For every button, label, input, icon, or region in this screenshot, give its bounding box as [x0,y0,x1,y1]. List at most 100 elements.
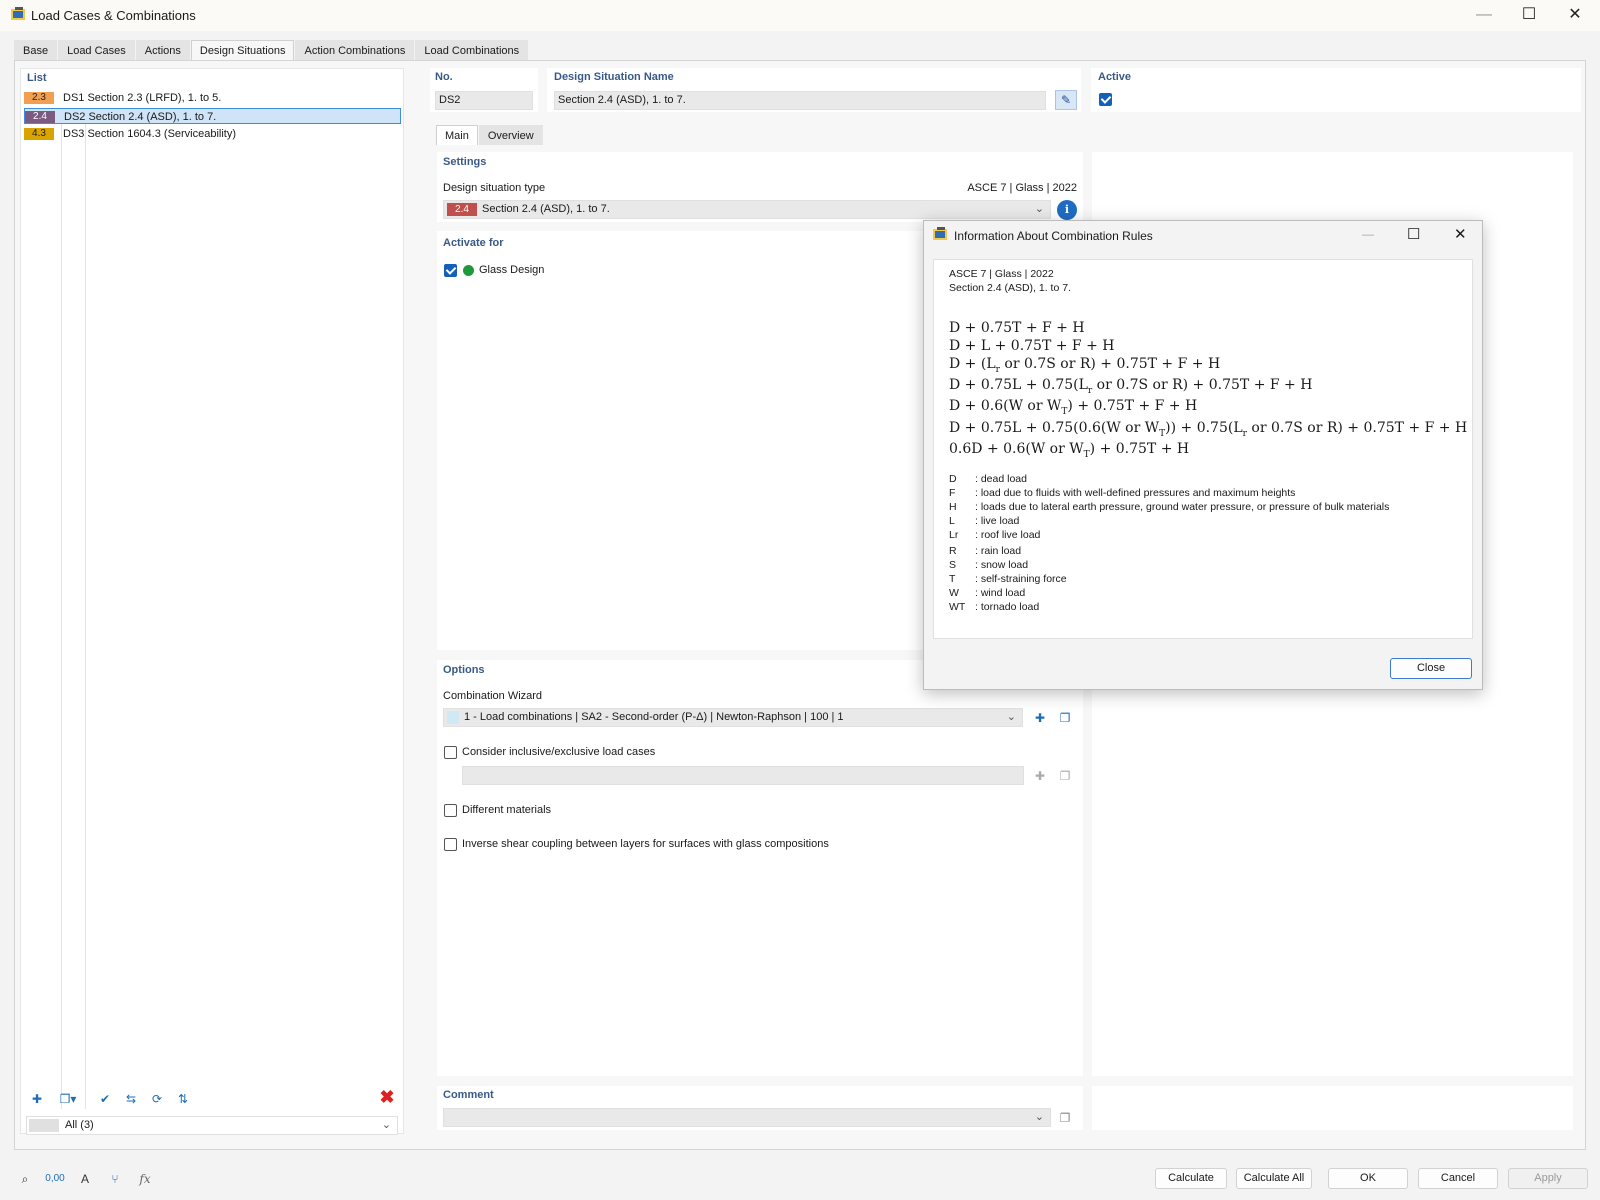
shear-checkbox[interactable] [444,838,457,851]
list-panel: List [20,68,404,1134]
options-title: Options [443,664,485,676]
dialog-close-icon[interactable]: ✕ [1454,225,1467,243]
legend-row: L: live load [949,515,1020,527]
inclusive-checkbox[interactable] [444,746,457,759]
materials-label: Different materials [462,804,552,816]
chevron-down-icon: ⌄ [1034,203,1044,215]
active-panel: Active [1091,68,1581,112]
legend-row: F: load due to fluids with well-defined … [949,487,1296,499]
tab-base[interactable]: Base [14,40,58,60]
name-panel: Design Situation Name Section 2.4 (ASD),… [547,68,1081,112]
legend-row: S: snow load [949,559,1029,571]
minimize-icon[interactable]: — [1474,5,1494,25]
tab-design-situations[interactable]: Design Situations [190,40,295,60]
chevron-down-icon: ⌄ [381,1119,391,1131]
list-item-ds2[interactable]: 2.4 DS2 Section 2.4 (ASD), 1. to 7. [24,108,401,124]
list-item-label: DS3 Section 1604.3 (Serviceability) [63,128,237,140]
ok-button[interactable]: OK [1328,1168,1408,1189]
active-label: Active [1098,71,1132,83]
formula-5: D + 0.6(W or WT) + 0.75T + F + H [949,398,1198,417]
check-all-icon[interactable]: ✔ [94,1088,116,1108]
subtabs: Main Overview [436,125,544,145]
comment-copy-icon[interactable]: ❐ [1054,1107,1076,1127]
sort-icon[interactable]: ⇅ [172,1088,194,1108]
legend-row: T: self-straining force [949,573,1067,585]
new-wizard-icon[interactable]: ✚ [1029,707,1051,727]
tab-load-combinations[interactable]: Load Combinations [415,40,529,60]
dialog-maximize-icon[interactable]: ☐ [1407,225,1420,243]
edit-name-icon[interactable]: ✎ [1055,90,1077,110]
font-icon[interactable]: A [74,1168,96,1188]
maximize-icon[interactable]: ☐ [1519,5,1539,25]
dialog-title: Information About Combination Rules [954,229,1153,243]
list-item-ds3[interactable]: 4.3 DS3 Section 1604.3 (Serviceability) [24,126,401,142]
bottom-toolbar: ⌕ 0,00 A ⑂ fx [14,1168,156,1188]
chevron-down-icon: ⌄ [1006,711,1016,723]
wizard-label: Combination Wizard [443,690,543,702]
legend-row: W: wind load [949,587,1026,599]
glass-design-checkbox[interactable] [444,264,457,277]
design-type-badge: 2.4 [447,203,477,216]
inclusive-select [462,766,1024,785]
toggle-check-icon[interactable]: ⇆ [120,1088,142,1108]
copy-item-icon[interactable]: ❐▾ [52,1088,84,1108]
calculate-all-button[interactable]: Calculate All [1236,1168,1312,1189]
formula-6: D + 0.75L + 0.75(0.6(W or WT)) + 0.75(Lr… [949,420,1468,439]
tree-icon[interactable]: ⑂ [104,1168,126,1188]
dialog-app-icon [933,227,947,240]
apply-button[interactable]: Apply [1508,1168,1588,1189]
list-item-label: DS2 Section 2.4 (ASD), 1. to 7. [64,111,217,123]
close-icon[interactable]: ✕ [1565,5,1585,25]
window-title: Load Cases & Combinations [31,8,196,23]
comment-select[interactable]: ⌄ [443,1108,1051,1127]
renumber-icon[interactable]: ⟳ [146,1088,168,1108]
dialog-close-button[interactable]: Close [1390,658,1472,679]
options-panel: Options Combination Wizard 1 - Load comb… [437,660,1083,1076]
tab-actions[interactable]: Actions [135,40,190,60]
edit-inclusive-icon: ❐ [1059,769,1071,783]
design-type-value: Section 2.4 (ASD), 1. to 7. [482,203,610,215]
list-item-badge: 2.3 [24,92,54,105]
design-type-select[interactable]: 2.4 Section 2.4 (ASD), 1. to 7. ⌄ [443,200,1051,219]
tab-action-combinations[interactable]: Action Combinations [295,40,415,60]
formula-3: D + (Lr or 0.7S or R) + 0.75T + F + H [949,356,1221,375]
list-filter-select[interactable]: All (3) ⌄ [26,1116,398,1135]
info-icon[interactable]: i [1057,200,1077,220]
name-label: Design Situation Name [554,71,674,83]
new-item-icon[interactable]: ✚ [26,1088,48,1108]
edit-wizard-icon[interactable]: ❐ [1054,707,1076,727]
tab-load-cases[interactable]: Load Cases [58,40,135,60]
materials-checkbox[interactable] [444,804,457,817]
calculate-button[interactable]: Calculate [1155,1168,1227,1189]
list-item-badge: 4.3 [24,128,54,141]
cancel-button[interactable]: Cancel [1418,1168,1498,1189]
formula-4: D + 0.75L + 0.75(Lr or 0.7S or R) + 0.75… [949,377,1313,396]
no-label: No. [435,71,453,83]
tab-main[interactable]: Main [436,125,478,145]
formula-icon[interactable]: fx [134,1168,156,1188]
glass-design-label: Glass Design [479,264,545,276]
main-tabs: Base Load Cases Actions Design Situation… [14,40,529,60]
list-toolbar: ✚ ❐▾ ✔ ⇆ ⟳ ⇅ [26,1088,194,1108]
combination-rules-dialog: Information About Combination Rules — ☐ … [923,220,1483,690]
legend-row: H: loads due to lateral earth pressure, … [949,501,1390,513]
legend-row: R: rain load [949,545,1022,557]
wizard-select[interactable]: 1 - Load combinations | SA2 - Second-ord… [443,708,1023,727]
legend-row: D: dead load [949,473,1027,485]
units-icon[interactable]: 0,00 [44,1168,66,1188]
dialog-minimize-icon[interactable]: — [1362,227,1374,241]
tab-overview[interactable]: Overview [478,125,543,145]
list-item-label: DS1 Section 2.3 (LRFD), 1. to 5. [63,92,222,104]
active-checkbox[interactable] [1099,93,1112,106]
formula-1: D + 0.75T + F + H [949,320,1085,336]
app-icon [11,7,25,20]
delete-icon[interactable]: ✖ [378,1088,396,1106]
list-title: List [27,72,47,84]
no-field[interactable]: DS2 [435,91,533,110]
standard-label: ASCE 7 | Glass | 2022 [967,182,1077,194]
name-field[interactable]: Section 2.4 (ASD), 1. to 7. [554,91,1046,110]
search-icon[interactable]: ⌕ [14,1168,36,1188]
title-bar: Load Cases & Combinations — ☐ ✕ [0,0,1600,31]
formula-7: 0.6D + 0.6(W or WT) + 0.75T + H [949,441,1190,460]
list-item-ds1[interactable]: 2.3 DS1 Section 2.3 (LRFD), 1. to 5. [24,90,401,106]
